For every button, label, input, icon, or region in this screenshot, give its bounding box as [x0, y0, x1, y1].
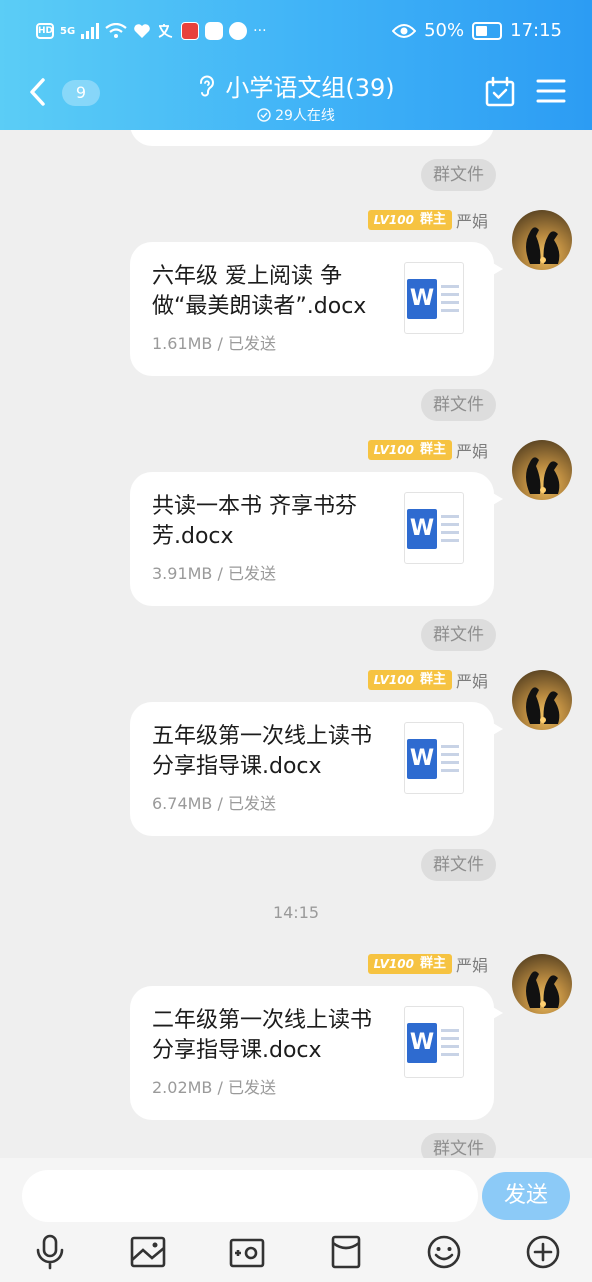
group-file-tag[interactable]: 群文件	[421, 849, 496, 881]
level-badge: LV100 群主	[367, 954, 452, 974]
status-bar: HD 5G ··· 50% 17:15	[0, 14, 592, 54]
emoji-button[interactable]	[424, 1232, 464, 1272]
level-badge: LV100 群主	[367, 440, 452, 460]
menu-icon	[536, 79, 566, 103]
avatar[interactable]	[512, 210, 572, 270]
battery-icon	[472, 21, 503, 40]
word-file-icon: W	[404, 722, 464, 794]
penguin-avatar-icon	[526, 227, 560, 264]
time-divider: 14:15	[272, 903, 320, 922]
hd-indicator: HD	[36, 23, 54, 39]
send-button[interactable]: 发送	[482, 1172, 570, 1220]
browser-notification-icon	[229, 22, 248, 40]
online-count: 29人在线	[275, 108, 335, 124]
group-file-tag[interactable]: 群文件	[421, 389, 496, 421]
penguin-avatar-icon	[526, 971, 560, 1008]
chat-header: HD 5G ··· 50% 17:15 9 小学语文组(39) 29人在线	[0, 0, 592, 130]
image-icon	[130, 1236, 166, 1268]
app-notification-icon	[181, 22, 200, 40]
network-indicator: 5G	[60, 25, 76, 37]
penguin-avatar-icon	[526, 687, 560, 724]
camera-icon	[229, 1238, 265, 1268]
file-name: 五年级第一次线上读书分享指导课.docx	[152, 724, 373, 779]
group-file-tag[interactable]: 群文件	[421, 619, 496, 651]
avatar[interactable]	[512, 440, 572, 500]
level-badge: LV100 群主	[367, 670, 452, 690]
message-input[interactable]	[22, 1170, 478, 1222]
avatar[interactable]	[512, 954, 572, 1014]
unread-count-badge[interactable]: 9	[62, 80, 100, 106]
eye-icon	[392, 23, 417, 38]
back-button[interactable]	[28, 74, 58, 110]
input-bar: 发送	[0, 1158, 592, 1282]
sender-name: 严娟	[455, 956, 488, 975]
file-size-status: 6.74MB / 已发送	[152, 794, 276, 813]
music-notification-icon	[205, 22, 224, 40]
red-packet-button[interactable]	[326, 1232, 366, 1272]
level-badge: LV100 群主	[367, 210, 452, 230]
group-file-tag[interactable]: 群文件	[421, 159, 496, 191]
word-file-icon: W	[404, 1006, 464, 1078]
page-title: 小学语文组(39)	[225, 74, 395, 102]
camera-button[interactable]	[227, 1232, 267, 1272]
file-name: 共读一本书 齐享书芬芳.docx	[152, 494, 357, 549]
nav-bar: 9 小学语文组(39) 29人在线	[0, 62, 592, 126]
word-file-icon: W	[404, 262, 464, 334]
calendar-check-icon	[485, 76, 515, 107]
avatar[interactable]	[512, 670, 572, 730]
more-notifications-icon: ···	[253, 23, 267, 39]
microphone-icon	[36, 1234, 64, 1270]
sender-info: LV100 群主 严娟	[367, 669, 488, 691]
plus-icon	[526, 1235, 560, 1269]
health-icon	[134, 24, 150, 38]
sender-info: LV100 群主 严娟	[367, 953, 488, 975]
group-file-tag[interactable]: 群文件	[421, 1133, 496, 1158]
voice-button[interactable]	[30, 1232, 70, 1272]
title-area[interactable]: 小学语文组(39) 29人在线	[150, 68, 442, 126]
file-size-status: 3.91MB / 已发送	[152, 564, 276, 583]
battery-percent: 50%	[424, 20, 465, 41]
ear-icon	[200, 75, 215, 97]
chat-area[interactable]: 群文件 LV100 群主 严娟 六年级 爱上阅读 争做“最美朗读者”.docx 1…	[0, 130, 592, 1158]
file-size-status: 2.02MB / 已发送	[152, 1078, 276, 1097]
red-packet-icon	[331, 1235, 361, 1269]
check-circle-icon	[257, 108, 271, 122]
translate-icon	[158, 24, 173, 38]
file-size-status: 1.61MB / 已发送	[152, 334, 276, 353]
file-name: 六年级 爱上阅读 争做“最美朗读者”.docx	[152, 264, 367, 319]
sender-info: LV100 群主 严娟	[367, 439, 488, 461]
sender-info: LV100 群主 严娟	[367, 209, 488, 231]
clock: 17:15	[510, 20, 562, 41]
emoji-icon	[427, 1235, 461, 1269]
file-name: 二年级第一次线上读书分享指导课.docx	[152, 1008, 373, 1063]
file-message[interactable]: 二年级第一次线上读书分享指导课.docx 2.02MB / 已发送 W	[130, 986, 503, 1120]
message-bubble-partial[interactable]	[130, 130, 494, 146]
file-message[interactable]: 共读一本书 齐享书芬芳.docx 3.91MB / 已发送 W	[130, 472, 503, 606]
file-message[interactable]: 五年级第一次线上读书分享指导课.docx 6.74MB / 已发送 W	[130, 702, 503, 836]
penguin-avatar-icon	[526, 457, 560, 494]
group-calendar-button[interactable]	[484, 76, 516, 112]
image-button[interactable]	[128, 1232, 168, 1272]
file-message[interactable]: 六年级 爱上阅读 争做“最美朗读者”.docx 1.61MB / 已发送 W	[130, 242, 503, 376]
more-button[interactable]	[523, 1232, 563, 1272]
wifi-icon	[105, 23, 127, 38]
signal-icon	[81, 23, 100, 39]
sender-name: 严娟	[455, 442, 488, 461]
menu-button[interactable]	[536, 78, 566, 108]
sender-name: 严娟	[455, 212, 488, 231]
word-file-icon: W	[404, 492, 464, 564]
chevron-left-icon	[30, 78, 45, 106]
sender-name: 严娟	[455, 672, 488, 691]
